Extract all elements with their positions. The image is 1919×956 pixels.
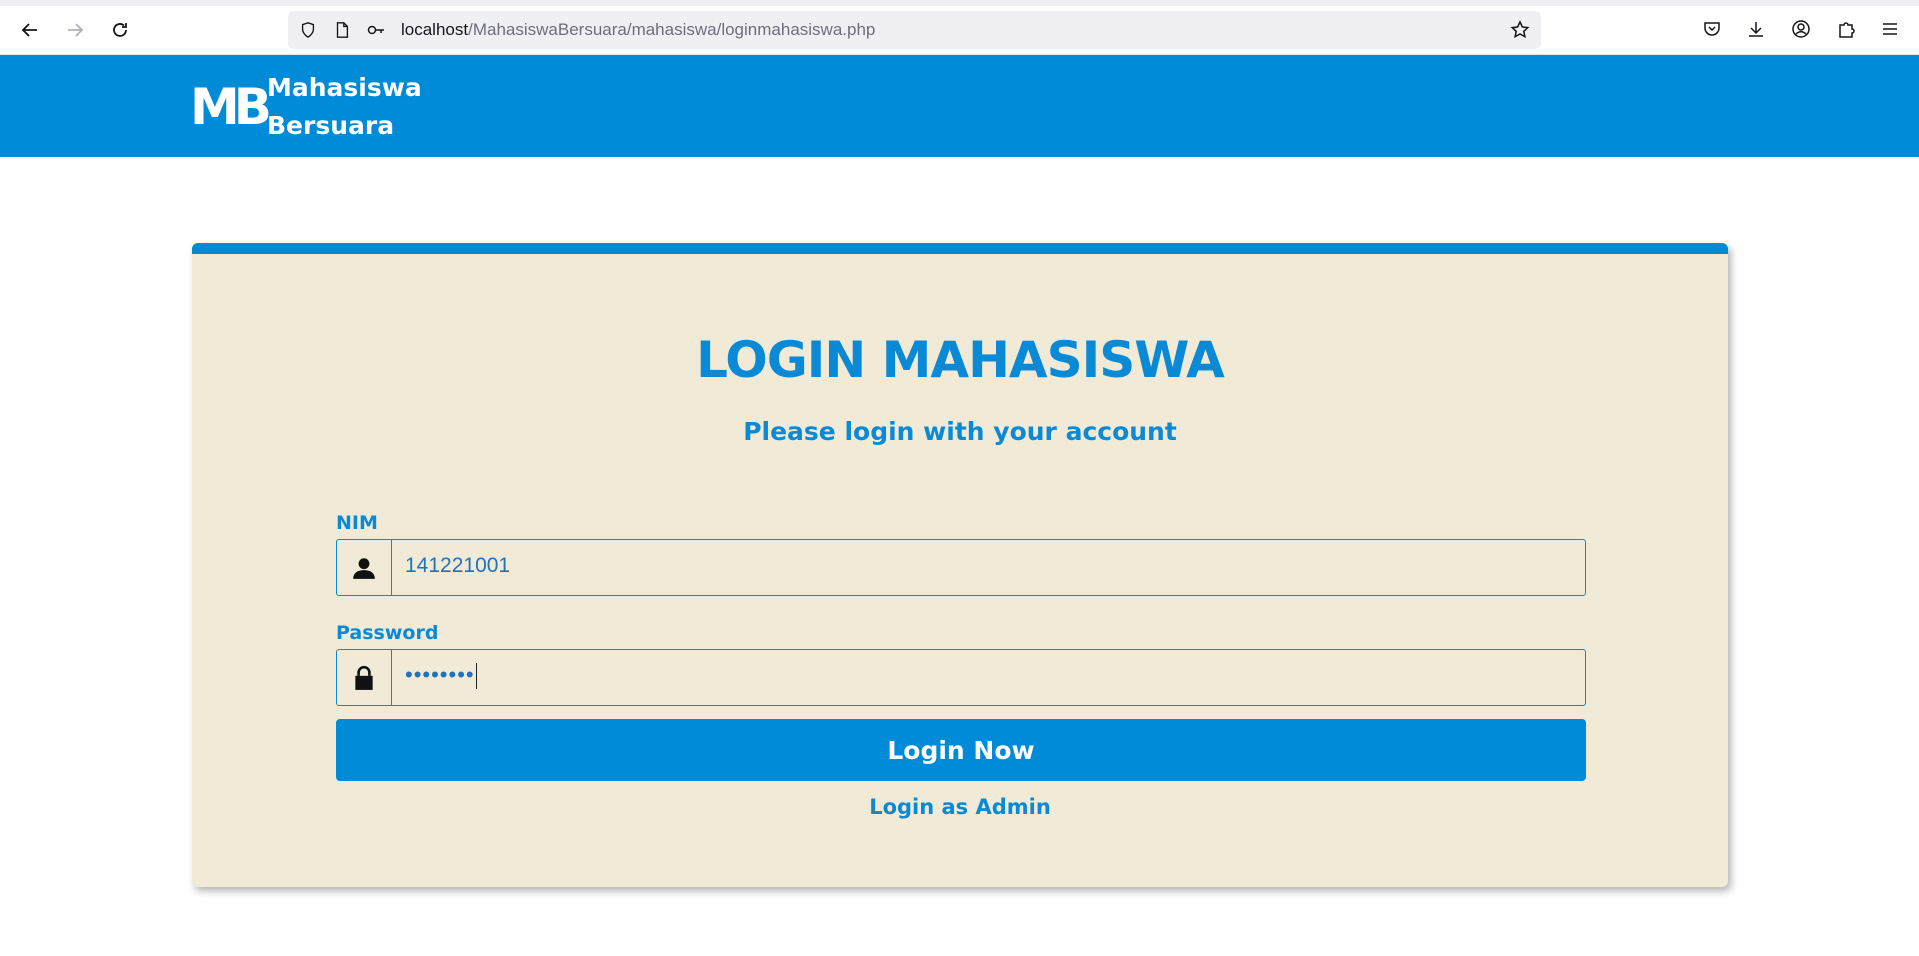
password-mask: •••••••• <box>405 662 475 687</box>
nim-input[interactable]: 141221001 <box>405 554 510 578</box>
back-button[interactable] <box>15 15 45 45</box>
url-path: /MahasiswaBersuara/mahasiswa/loginmahasi… <box>468 20 876 39</box>
user-icon-box <box>337 540 392 595</box>
tab-strip <box>0 0 1919 6</box>
site-header: MB Mahasiswa Bersuara <box>0 55 1919 157</box>
login-title: LOGIN MAHASISWA <box>696 331 1225 389</box>
logo-mark[interactable]: MB <box>190 82 272 132</box>
address-bar[interactable]: localhost/MahasiswaBersuara/mahasiswa/lo… <box>288 11 1541 49</box>
reload-button[interactable] <box>105 15 135 45</box>
forward-button[interactable] <box>60 15 90 45</box>
text-caret <box>475 663 477 690</box>
lock-icon-box <box>337 650 392 705</box>
url-text[interactable]: localhost/MahasiswaBersuara/mahasiswa/lo… <box>401 20 875 40</box>
login-subtitle: Please login with your account <box>743 417 1177 446</box>
account-icon[interactable] <box>1789 17 1813 41</box>
shield-icon[interactable] <box>298 20 318 40</box>
reload-icon <box>113 23 127 37</box>
login-as-admin-link[interactable]: Login as Admin <box>192 795 1728 819</box>
password-field[interactable]: •••••••• <box>336 649 1586 706</box>
menu-icon[interactable] <box>1878 17 1902 41</box>
page-icon[interactable] <box>332 20 352 40</box>
password-label: Password <box>336 622 439 644</box>
key-icon[interactable] <box>366 20 386 40</box>
nim-field[interactable]: 141221001 <box>336 539 1586 596</box>
brand-line-1: Mahasiswa <box>267 73 422 102</box>
brand-name[interactable]: Mahasiswa Bersuara <box>267 69 422 145</box>
login-now-button[interactable]: Login Now <box>336 719 1586 781</box>
download-icon[interactable] <box>1744 17 1768 41</box>
pocket-icon[interactable] <box>1700 17 1724 41</box>
back-arrow-icon <box>21 23 37 37</box>
user-icon <box>353 557 375 579</box>
extensions-icon[interactable] <box>1834 17 1858 41</box>
url-host: localhost <box>401 20 469 39</box>
login-card: LOGIN MAHASISWA Please login with your a… <box>192 243 1728 887</box>
brand-line-2: Bersuara <box>267 111 395 140</box>
forward-arrow-icon <box>68 23 84 37</box>
browser-toolbar: localhost/MahasiswaBersuara/mahasiswa/lo… <box>0 0 1919 55</box>
password-input[interactable]: •••••••• <box>405 662 477 690</box>
bookmark-star-icon[interactable] <box>1510 20 1530 40</box>
nim-label: NIM <box>336 512 378 534</box>
lock-icon <box>355 665 373 690</box>
